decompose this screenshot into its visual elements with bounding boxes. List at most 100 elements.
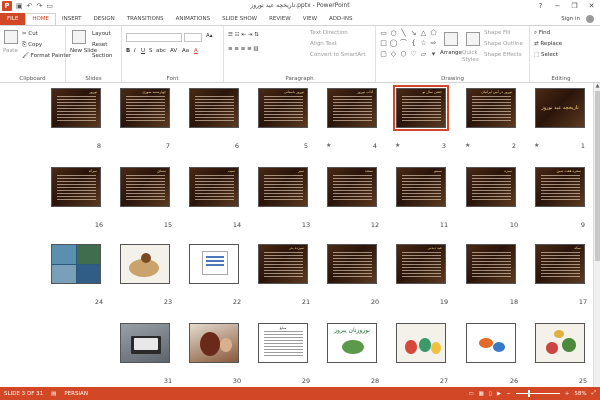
slide-thumbnail[interactable]: سبزه (466, 167, 516, 207)
slide-thumbnail[interactable] (189, 323, 239, 363)
bullets-icon[interactable]: ☰ ☷ ⇤ ⇥ ⇅ (228, 32, 259, 38)
reading-view-icon[interactable]: ▯ (489, 391, 492, 397)
cut-button[interactable]: ✂ Cut (22, 31, 38, 37)
normal-view-icon[interactable]: ▭ (468, 391, 473, 397)
slide-thumbnail[interactable]: نوروز باستانی (258, 88, 308, 128)
rounded-rect-icon[interactable]: ▢ (379, 50, 388, 59)
scrollbar-thumb[interactable] (595, 91, 600, 261)
shape-fill-button[interactable]: Shape Fill (484, 30, 510, 36)
spellcheck-icon[interactable]: ▤ (47, 391, 60, 397)
strikethrough-button[interactable]: S (149, 48, 153, 54)
star-shape-icon[interactable]: ☆ (419, 39, 428, 48)
callout-icon[interactable]: ▱ (419, 50, 428, 59)
find-button[interactable]: ⌕ Find (534, 30, 550, 37)
slide-thumbnail[interactable]: سمنو (396, 167, 446, 207)
select-button[interactable]: ⬚ Select (534, 52, 558, 58)
font-color-button[interactable]: A (194, 48, 198, 54)
text-direction-button[interactable]: Text Direction (310, 30, 348, 36)
square-icon[interactable]: □ (379, 39, 388, 48)
curve-icon[interactable]: ⌒ (399, 39, 408, 48)
transition-star-icon[interactable]: ★ (395, 142, 400, 149)
language-indicator[interactable]: PERSIAN (60, 391, 92, 397)
tab-design[interactable]: DESIGN (88, 13, 121, 25)
right-arrow-icon[interactable]: ⇨ (429, 39, 438, 48)
transition-star-icon[interactable]: ★ (465, 142, 470, 149)
tab-home[interactable]: HOME (25, 13, 57, 25)
arrow-icon[interactable]: ↘ (409, 29, 418, 38)
slide-thumbnail[interactable]: منابع (258, 323, 308, 363)
restore-button[interactable]: ❐ (566, 0, 583, 12)
vertical-scrollbar[interactable]: ▲ (593, 83, 600, 387)
slide-thumbnail[interactable]: چهارشنبه سوری (120, 88, 170, 128)
fit-slide-icon[interactable]: ⤢ (592, 390, 596, 397)
tab-slide-show[interactable]: SLIDE SHOW (216, 13, 263, 25)
heart-icon[interactable]: ♡ (409, 50, 418, 59)
sign-in-link[interactable]: Sign in (561, 13, 580, 25)
slide-thumbnail[interactable] (120, 244, 170, 284)
slide-thumbnail[interactable]: سیب (189, 167, 239, 207)
hexagon-icon[interactable]: ⬡ (399, 50, 408, 59)
slide-thumbnail[interactable]: سرکه (51, 167, 101, 207)
scroll-up-icon[interactable]: ▲ (594, 83, 600, 90)
change-case-button[interactable]: Aa (182, 48, 189, 54)
slide-thumbnail[interactable]: سنجد (327, 167, 377, 207)
shape-outline-button[interactable]: Shape Outline (484, 41, 523, 47)
slide-thumbnail[interactable]: عید دیدنی (396, 244, 446, 284)
new-slide-icon[interactable] (72, 30, 86, 44)
font-size-input[interactable] (184, 33, 202, 42)
section-button[interactable]: Section (92, 53, 112, 59)
close-button[interactable]: ✕ (583, 0, 600, 12)
slide-thumbnail[interactable]: سکه (535, 244, 585, 284)
tab-review[interactable]: REVIEW (263, 13, 297, 25)
slide-thumbnail[interactable] (466, 244, 516, 284)
slideshow-view-icon[interactable]: ▶ (497, 391, 501, 397)
align-text-button[interactable]: Align Text (310, 41, 337, 47)
transition-star-icon[interactable]: ★ (534, 142, 539, 149)
zoom-in-icon[interactable]: + (565, 391, 570, 397)
oval-icon[interactable]: ○ (389, 29, 398, 38)
zoom-out-icon[interactable]: − (506, 391, 511, 397)
pentagon-icon[interactable]: ⬠ (429, 29, 438, 38)
slide-thumbnail[interactable]: سماق (120, 167, 170, 207)
layout-button[interactable]: Layout (92, 31, 111, 37)
slide-thumbnail[interactable]: نوروز در آیین ایرانیان (466, 88, 516, 128)
font-name-input[interactable] (126, 33, 182, 42)
slide-thumbnail[interactable]: نوروز (51, 88, 101, 128)
bold-button[interactable]: B (126, 48, 130, 54)
tab-animations[interactable]: ANIMATIONS (170, 13, 217, 25)
shadow-button[interactable]: abc (156, 48, 166, 54)
slide-thumbnail[interactable] (327, 244, 377, 284)
tab-insert[interactable]: INSERT (56, 13, 87, 25)
arrange-icon[interactable] (444, 32, 458, 46)
replace-button[interactable]: ⇄ Replace (534, 41, 562, 47)
tab-file[interactable]: FILE (0, 13, 26, 25)
shapes-gallery[interactable]: ▭ ○ ╲ ↘ △ ⬠ □ ◯ ⌒{☆ ⇨ ▢ ◇ ⬡ ♡ ▱ ▾ (379, 29, 437, 59)
paste-button[interactable]: Paste (3, 48, 18, 54)
char-spacing-button[interactable]: AV (170, 48, 177, 54)
slide-thumbnail[interactable]: تاریخچه عید نوروز (535, 88, 585, 128)
slide-sorter-view-icon[interactable]: ▦ (479, 391, 484, 397)
minimize-button[interactable]: − (549, 0, 566, 12)
slide-thumbnail[interactable]: سیر (258, 167, 308, 207)
account-avatar-icon[interactable] (586, 15, 594, 23)
slide-thumbnail[interactable] (189, 88, 239, 128)
quick-styles-button[interactable]: Quick Styles (462, 50, 482, 64)
format-painter-button[interactable]: 🖌 Format Painter (22, 53, 71, 59)
tab-add-ins[interactable]: ADD-INS (323, 13, 358, 25)
slide-thumbnail[interactable] (466, 323, 516, 363)
brace-icon[interactable]: { (409, 39, 418, 48)
underline-button[interactable]: U (141, 48, 145, 54)
circle-icon[interactable]: ◯ (389, 39, 398, 48)
slide-thumbnail[interactable]: آداب نوروز (327, 88, 377, 128)
paste-icon[interactable] (4, 30, 18, 44)
slide-thumbnail[interactable]: سیزده بدر (258, 244, 308, 284)
tab-view[interactable]: VIEW (297, 13, 323, 25)
convert-smartart-button[interactable]: Convert to SmartArt (310, 52, 366, 58)
italic-button[interactable]: I (134, 48, 136, 54)
align-icons[interactable]: ≡ ≡ ≡ ≡ ▥ (228, 46, 259, 52)
triangle-icon[interactable]: △ (419, 29, 428, 38)
quick-styles-icon[interactable] (466, 32, 480, 46)
tab-transitions[interactable]: TRANSITIONS (121, 13, 170, 25)
slide-thumbnail[interactable]: نوروزتان پیروز (327, 323, 377, 363)
zoom-level[interactable]: 58% (574, 391, 586, 397)
